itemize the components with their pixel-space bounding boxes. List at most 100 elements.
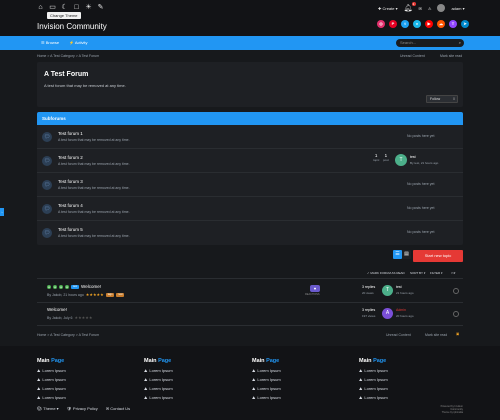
multimod-icon[interactable]: ▭▾ <box>451 271 455 275</box>
window-icon[interactable]: □ <box>73 4 80 11</box>
topic-title[interactable]: Welcome! <box>81 284 101 289</box>
vimeo-icon[interactable]: v <box>413 20 421 28</box>
breadcrumb[interactable]: Home > A Test Category > A Test Forum <box>37 54 99 58</box>
avatar[interactable]: T <box>395 154 407 166</box>
footer-link[interactable]: ⛰ Lorem Ipsum <box>144 395 173 400</box>
table-row[interactable]: ● ● ● ● test Welcome! By Jakob, 21 hours… <box>37 281 463 303</box>
forum-row[interactable]: 💬︎ Test forum 1 A test forum that may be… <box>37 125 463 149</box>
youtube-icon[interactable]: ▶ <box>425 20 433 28</box>
footer-link-label: Lorem Ipsum <box>364 368 388 373</box>
sun-icon[interactable]: ☀ <box>85 4 92 11</box>
forum-name[interactable]: Test forum 1 <box>58 131 83 136</box>
twitter-icon[interactable]: t <box>401 20 409 28</box>
warning-icon[interactable]: ⚠ <box>428 6 432 11</box>
controller-icon[interactable]: ▭ <box>49 4 56 11</box>
unread-content-link[interactable]: Unread Content <box>386 333 411 337</box>
forum-row[interactable]: 💬︎ Test forum 5 A test forum that may be… <box>37 221 463 245</box>
footer-link-label: Lorem Ipsum <box>364 395 388 400</box>
create-menu[interactable]: ✚ Create ▾ <box>378 6 398 11</box>
mark-site-read-link[interactable]: Mark site read <box>440 54 462 58</box>
pinterest-icon[interactable]: P <box>389 20 397 28</box>
footer-link[interactable]: ⛰ Lorem Ipsum <box>252 377 281 382</box>
inbox-icon[interactable]: ✉ <box>419 6 422 11</box>
link-icon: ⛰ <box>144 377 148 382</box>
topic-title[interactable]: Welcome! <box>47 307 67 312</box>
table-row[interactable]: Welcome! By Jakob, July 6 ★★★★★ 3 replie… <box>37 304 463 326</box>
footer-link-label: Lorem Ipsum <box>149 395 173 400</box>
home-icon[interactable]: ⌂ <box>37 4 44 11</box>
filter-menu[interactable]: FILTER ▾ <box>430 271 442 275</box>
search-icon[interactable]: ⌕ <box>459 39 461 47</box>
reply-count: 3 replies <box>362 308 376 312</box>
follow-button[interactable]: Follow 0 <box>426 95 458 103</box>
brush-icon[interactable]: ✎ <box>97 4 104 11</box>
footer-link[interactable]: ⛰ Lorem Ipsum <box>144 386 173 391</box>
forum-name[interactable]: Test forum 4 <box>58 203 83 208</box>
footer-column: Main Page ⛰ Lorem Ipsum ⛰ Lorem Ipsum ⛰ Lor… <box>37 358 66 400</box>
nav-browse[interactable]: ☰ Browse <box>41 40 59 45</box>
unread-content-link[interactable]: Unread Content <box>400 54 425 58</box>
forum-name[interactable]: Test forum 2 <box>58 155 83 160</box>
nav-activity-label: Activity <box>74 40 88 45</box>
avatar[interactable]: T <box>382 285 393 296</box>
last-post-author[interactable]: Admin <box>396 308 406 312</box>
avatar[interactable] <box>437 4 446 12</box>
footer-link[interactable]: ⛰ Lorem Ipsum <box>37 377 66 382</box>
theme-menu[interactable]: 🎨︎ Theme ▾ <box>37 406 59 411</box>
mark-site-read-link[interactable]: Mark site read <box>425 333 447 337</box>
footer-column-title: Main Page <box>359 358 388 364</box>
twitch-icon[interactable]: T <box>449 20 457 28</box>
tag[interactable]: tags <box>105 292 115 297</box>
footer-link[interactable]: ⛰ Lorem Ipsum <box>359 386 388 391</box>
link-icon: ⛰ <box>359 377 363 382</box>
footer-link[interactable]: ⛰ Lorem Ipsum <box>359 368 388 373</box>
footer-title-b: Page <box>51 358 65 364</box>
link-icon: ⛰ <box>144 368 148 373</box>
privacy-link[interactable]: 🛡︎ Privacy Policy <box>67 406 98 411</box>
start-topic-button[interactable]: Start new topic <box>413 250 463 262</box>
topic-checkbox[interactable] <box>453 288 459 294</box>
tag[interactable]: test <box>116 292 125 297</box>
theme-by-text[interactable]: Theme by ipbmafia <box>433 411 463 414</box>
footer-link[interactable]: ⛰ Lorem Ipsum <box>37 368 66 373</box>
breadcrumb-bottom[interactable]: Home > A Test Category > A Test Forum <box>37 333 99 337</box>
link-icon: ⛰ <box>252 386 256 391</box>
list-view-icon[interactable]: ☰ <box>393 250 402 259</box>
soundcloud-icon[interactable]: ☁ <box>437 20 445 28</box>
prefix-tag[interactable]: test <box>71 284 80 289</box>
forum-row[interactable]: 💬︎ Test forum 2 A test forum that may be… <box>37 149 463 173</box>
search-input[interactable]: Search... ⌕ <box>396 39 464 47</box>
rss-icon[interactable]: ▣ <box>456 332 459 336</box>
avatar[interactable]: A <box>382 308 393 319</box>
page-title: A Test Forum <box>44 71 89 78</box>
footer-link[interactable]: ⛰ Lorem Ipsum <box>359 395 388 400</box>
site-title[interactable]: Invision Community <box>37 22 107 31</box>
footer-link[interactable]: ⛰ Lorem Ipsum <box>252 395 281 400</box>
bell-icon[interactable]: 🔔︎ 1 <box>404 2 416 12</box>
grid-view-icon[interactable]: ▤ <box>402 250 411 259</box>
footer-link[interactable]: ⛰ Lorem Ipsum <box>252 386 281 391</box>
forum-name[interactable]: Test forum 3 <box>58 179 83 184</box>
footer-link[interactable]: ⛰ Lorem Ipsum <box>37 395 66 400</box>
telegram-icon[interactable]: ➤ <box>461 20 469 28</box>
footer-link[interactable]: ⛰ Lorem Ipsum <box>144 368 173 373</box>
instagram-icon[interactable]: ◎ <box>377 20 385 28</box>
forum-row[interactable]: 💬︎ Test forum 4 A test forum that may be… <box>37 197 463 221</box>
topic-checkbox[interactable] <box>453 311 459 317</box>
contact-link[interactable]: ✉ Contact Us <box>106 406 130 411</box>
nav-activity[interactable]: ⚡ Activity <box>69 40 88 45</box>
sort-by-menu[interactable]: SORT BY ▾ <box>410 271 425 275</box>
moon-icon[interactable]: ☾ <box>61 4 68 11</box>
footer-title-a: Main <box>144 358 159 364</box>
footer-link[interactable]: ⛰ Lorem Ipsum <box>252 368 281 373</box>
footer-link[interactable]: ⛰ Lorem Ipsum <box>37 386 66 391</box>
user-menu[interactable]: adam ▾ <box>451 6 464 11</box>
forum-row[interactable]: 💬︎ Test forum 3 A test forum that may be… <box>37 173 463 197</box>
last-post-author[interactable]: test <box>410 155 416 159</box>
sidebar-toggle-icon[interactable]: › <box>0 208 4 216</box>
last-post-author[interactable]: test <box>396 285 402 289</box>
footer-link[interactable]: ⛰ Lorem Ipsum <box>144 377 173 382</box>
forum-name[interactable]: Test forum 5 <box>58 227 83 232</box>
mark-forum-read-button[interactable]: ✓ MARK FORUM AS READ <box>367 271 405 275</box>
footer-link[interactable]: ⛰ Lorem Ipsum <box>359 377 388 382</box>
